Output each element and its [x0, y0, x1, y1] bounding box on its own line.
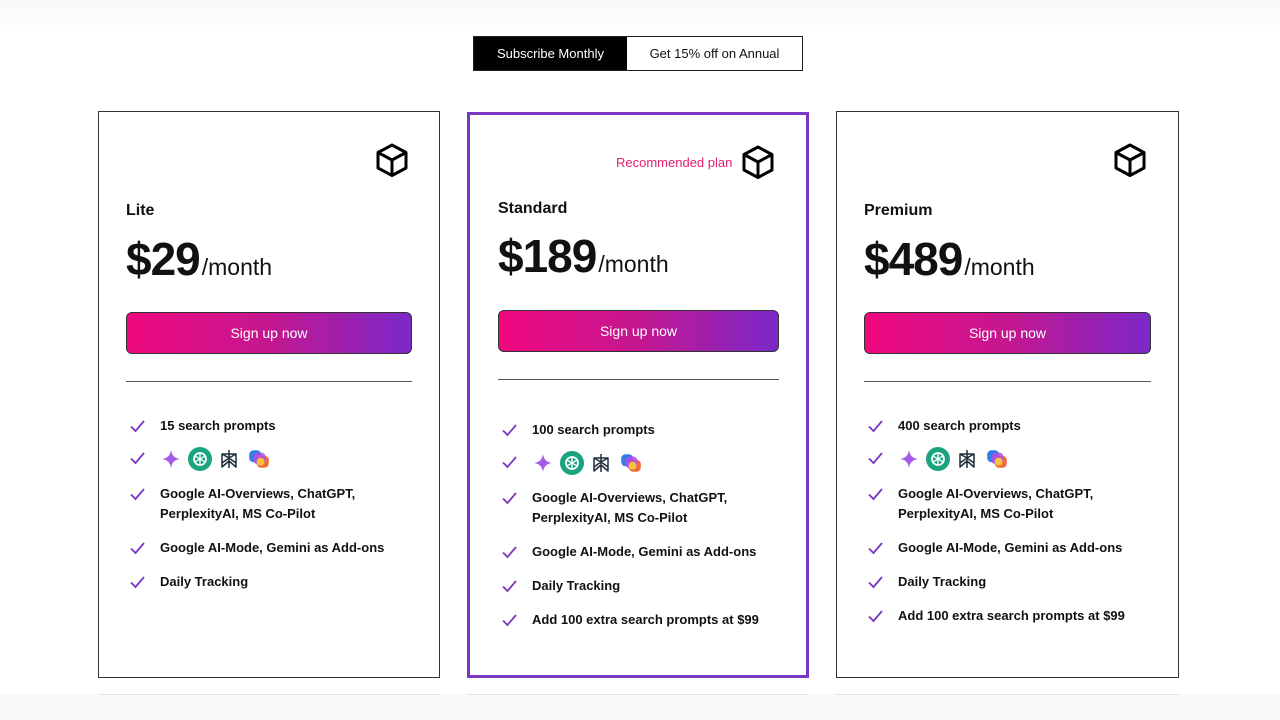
feature-text: Google AI-Mode, Gemini as Add-ons [532, 544, 757, 559]
check-icon [502, 424, 517, 437]
feature-text: Google AI-Mode, Gemini as Add-ons [898, 540, 1123, 555]
perplexity-icon [959, 450, 975, 468]
feature-item: Add 100 extra search prompts at $99 [498, 610, 788, 630]
price-amount: $189 [498, 230, 597, 282]
feature-item: Google AI-Overviews, ChatGPT, Perplexity… [864, 484, 1154, 524]
feature-item-ai-icons [126, 447, 416, 471]
feature-item-ai-icons [498, 451, 788, 475]
feature-text: Google AI-Overviews, ChatGPT, Perplexity… [898, 486, 1094, 521]
sign-up-button-premium[interactable]: Sign up now [864, 312, 1151, 354]
sign-up-button-lite[interactable]: Sign up now [126, 312, 412, 354]
feature-item: 400 search prompts [864, 416, 1154, 436]
bottom-band [0, 694, 1280, 720]
feature-item: 15 search prompts [126, 416, 416, 436]
feature-text: Daily Tracking [532, 578, 621, 593]
divider [126, 381, 412, 382]
feature-item: Google AI-Overviews, ChatGPT, Perplexity… [498, 488, 788, 528]
plan-name: Premium [864, 202, 933, 219]
check-icon [130, 452, 145, 465]
subscribe-monthly-toggle[interactable]: Subscribe Monthly [474, 37, 627, 70]
gemini-sparkle-icon [900, 450, 918, 468]
annual-discount-toggle[interactable]: Get 15% off on Annual [627, 37, 802, 70]
feature-item: 100 search prompts [498, 420, 788, 440]
perplexity-icon [221, 450, 237, 468]
check-icon [502, 614, 517, 627]
check-icon [502, 492, 517, 505]
gemini-sparkle-icon [534, 454, 552, 472]
feature-item: Daily Tracking [498, 576, 788, 596]
feature-item: Daily Tracking [126, 572, 416, 592]
plan-card-lite [98, 111, 440, 678]
plan-price: $489 /month [864, 232, 1035, 286]
feature-list-premium: 400 search prompts Google AI-Overviews, … [864, 416, 1154, 626]
feature-text: Google AI-Mode, Gemini as Add-ons [160, 540, 385, 555]
check-icon [502, 546, 517, 559]
feature-list-standard: 100 search prompts Google AI-Overviews, … [498, 420, 788, 630]
price-amount: $29 [126, 233, 201, 285]
feature-text: 100 search prompts [532, 422, 655, 437]
plan-name: Lite [126, 202, 155, 219]
card-underline [98, 694, 440, 695]
check-icon [130, 576, 145, 589]
plan-price: $189 /month [498, 229, 669, 283]
check-icon [868, 610, 883, 623]
feature-list-lite: 15 search prompts Google AI-Overviews, C… [126, 416, 416, 592]
recommended-plan-badge: Recommended plan [616, 155, 733, 170]
feature-item: Google AI-Mode, Gemini as Add-ons [864, 538, 1154, 558]
copilot-icon [249, 450, 269, 468]
feature-item: Daily Tracking [864, 572, 1154, 592]
gemini-sparkle-icon [162, 450, 180, 468]
divider [498, 379, 779, 380]
check-icon [868, 542, 883, 555]
feature-text: Daily Tracking [160, 574, 249, 589]
plan-name: Standard [498, 200, 568, 217]
feature-text: 15 search prompts [160, 418, 276, 433]
divider [864, 381, 1151, 382]
check-icon [868, 488, 883, 501]
feature-item: Add 100 extra search prompts at $99 [864, 606, 1154, 626]
check-icon [868, 452, 883, 465]
feature-item: Google AI-Mode, Gemini as Add-ons [498, 542, 788, 562]
price-period: /month [598, 251, 669, 277]
price-period: /month [964, 254, 1035, 280]
chatgpt-icon [560, 451, 584, 475]
copilot-icon [621, 454, 641, 472]
check-icon [502, 580, 517, 593]
top-band [0, 0, 1280, 30]
cube-icon [1114, 143, 1146, 177]
copilot-icon [987, 450, 1007, 468]
chatgpt-icon [188, 447, 212, 471]
check-icon [868, 576, 883, 589]
card-underline [467, 694, 809, 695]
feature-text: Add 100 extra search prompts at $99 [532, 612, 759, 627]
feature-text: Add 100 extra search prompts at $99 [898, 608, 1125, 623]
check-icon [868, 420, 883, 433]
feature-text: Daily Tracking [898, 574, 987, 589]
check-icon [130, 542, 145, 555]
plan-price: $29 /month [126, 232, 272, 286]
price-period: /month [201, 254, 273, 280]
feature-text: 400 search prompts [898, 418, 1021, 433]
cube-icon [742, 145, 774, 179]
check-icon [130, 420, 145, 433]
feature-text: Google AI-Overviews, ChatGPT, Perplexity… [160, 486, 356, 521]
feature-text: Google AI-Overviews, ChatGPT, Perplexity… [532, 490, 728, 525]
sign-up-button-standard[interactable]: Sign up now [498, 310, 779, 352]
billing-toggle: Subscribe Monthly Get 15% off on Annual [473, 36, 803, 71]
cube-icon [376, 143, 408, 177]
price-amount: $489 [864, 233, 963, 285]
feature-item-ai-icons [864, 447, 1154, 471]
feature-item: Google AI-Overviews, ChatGPT, Perplexity… [126, 484, 416, 524]
card-underline [836, 694, 1179, 695]
check-icon [502, 456, 517, 469]
feature-item: Google AI-Mode, Gemini as Add-ons [126, 538, 416, 558]
chatgpt-icon [926, 447, 950, 471]
perplexity-icon [593, 454, 609, 472]
check-icon [130, 488, 145, 501]
